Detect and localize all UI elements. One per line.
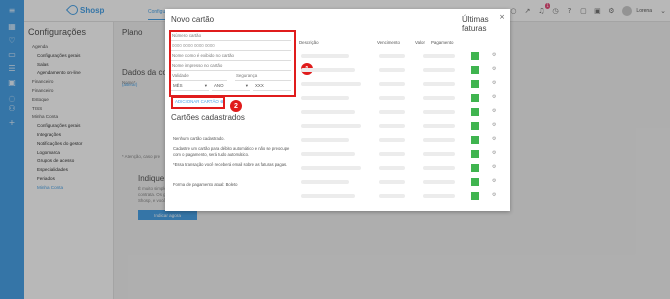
paid-status-icon	[471, 150, 479, 158]
invoice-value-blurred	[423, 82, 455, 86]
paid-status-icon	[471, 192, 479, 200]
paid-status-icon	[471, 122, 479, 130]
invoice-description-blurred	[301, 166, 361, 170]
invoices-panel: Últimas faturas	[462, 15, 510, 33]
invoice-value-blurred	[423, 110, 455, 114]
row-settings-icon[interactable]: ⚙	[492, 192, 496, 198]
invoice-due-date-blurred	[379, 194, 405, 198]
transaction-hint: *Essa transação você receberá email sobr…	[173, 162, 288, 167]
row-settings-icon[interactable]: ⚙	[492, 52, 496, 58]
new-card-title: Novo cartão	[171, 15, 215, 24]
col-vencimento: Vencimento	[377, 40, 400, 45]
invoice-description-blurred	[301, 180, 349, 184]
payment-method-text: Forma de pagamento atual: Boleto	[173, 182, 238, 187]
paid-status-icon	[471, 178, 479, 186]
invoice-value-blurred	[423, 194, 455, 198]
invoice-description-blurred	[301, 194, 355, 198]
row-settings-icon[interactable]: ⚙	[492, 66, 496, 72]
invoice-due-date-blurred	[379, 124, 405, 128]
row-settings-icon[interactable]: ⚙	[492, 122, 496, 128]
registered-cards-title: Cartões cadastrados	[171, 113, 245, 122]
paid-status-icon	[471, 94, 479, 102]
table-row[interactable]: ⚙	[297, 164, 507, 173]
row-settings-icon[interactable]: ⚙	[492, 108, 496, 114]
paid-status-icon	[471, 136, 479, 144]
invoice-value-blurred	[423, 68, 455, 72]
highlight-card-form	[169, 30, 296, 97]
step-2-marker: 2	[230, 100, 242, 112]
invoice-due-date-blurred	[379, 138, 405, 142]
table-row[interactable]: ⚙	[297, 192, 507, 201]
paid-status-icon	[471, 66, 479, 74]
invoice-due-date-blurred	[379, 152, 405, 156]
table-row[interactable]: ⚙	[297, 94, 507, 103]
paid-status-icon	[471, 52, 479, 60]
invoice-due-date-blurred	[379, 54, 405, 58]
register-hint: Cadastre um cartão para débito automátic…	[173, 146, 290, 157]
invoice-due-date-blurred	[379, 166, 405, 170]
invoice-due-date-blurred	[379, 82, 405, 86]
invoice-description-blurred	[301, 124, 361, 128]
paid-status-icon	[471, 80, 479, 88]
table-row[interactable]: ⚙	[297, 122, 507, 131]
invoice-description-blurred	[301, 138, 349, 142]
row-settings-icon[interactable]: ⚙	[492, 80, 496, 86]
row-settings-icon[interactable]: ⚙	[492, 150, 496, 156]
row-settings-icon[interactable]: ⚙	[492, 178, 496, 184]
table-row[interactable]: ⚙	[297, 52, 507, 61]
row-settings-icon[interactable]: ⚙	[492, 164, 496, 170]
invoice-description-blurred	[301, 96, 349, 100]
invoice-description-blurred	[301, 82, 361, 86]
invoices-title: Últimas faturas	[462, 15, 489, 33]
col-valor: Valor	[415, 40, 425, 45]
table-row[interactable]: ⚙	[297, 136, 507, 145]
table-row[interactable]: ⚙	[297, 150, 507, 159]
table-row[interactable]: ⚙	[297, 108, 507, 117]
table-row[interactable]: ⚙	[297, 80, 507, 89]
invoice-description-blurred	[301, 152, 355, 156]
row-settings-icon[interactable]: ⚙	[492, 136, 496, 142]
paid-status-icon	[471, 108, 479, 116]
col-pagamento: Pagamento	[431, 40, 454, 45]
invoice-value-blurred	[423, 96, 455, 100]
invoice-value-blurred	[423, 54, 455, 58]
col-descricao: Descrição	[299, 40, 319, 45]
table-row[interactable]: ⚙	[297, 66, 507, 75]
invoice-value-blurred	[423, 180, 455, 184]
invoice-due-date-blurred	[379, 96, 405, 100]
no-card-text: Nenhum cartão cadastrado.	[173, 136, 225, 141]
invoice-due-date-blurred	[379, 68, 405, 72]
highlight-add-card	[171, 96, 225, 109]
invoice-description-blurred	[301, 110, 355, 114]
invoice-value-blurred	[423, 124, 455, 128]
invoice-value-blurred	[423, 166, 455, 170]
paid-status-icon	[471, 164, 479, 172]
invoice-value-blurred	[423, 152, 455, 156]
invoice-description-blurred	[301, 54, 349, 58]
invoice-description-blurred	[301, 68, 355, 72]
invoice-value-blurred	[423, 138, 455, 142]
invoice-due-date-blurred	[379, 110, 405, 114]
invoice-due-date-blurred	[379, 180, 405, 184]
row-settings-icon[interactable]: ⚙	[492, 94, 496, 100]
table-row[interactable]: ⚙	[297, 178, 507, 187]
